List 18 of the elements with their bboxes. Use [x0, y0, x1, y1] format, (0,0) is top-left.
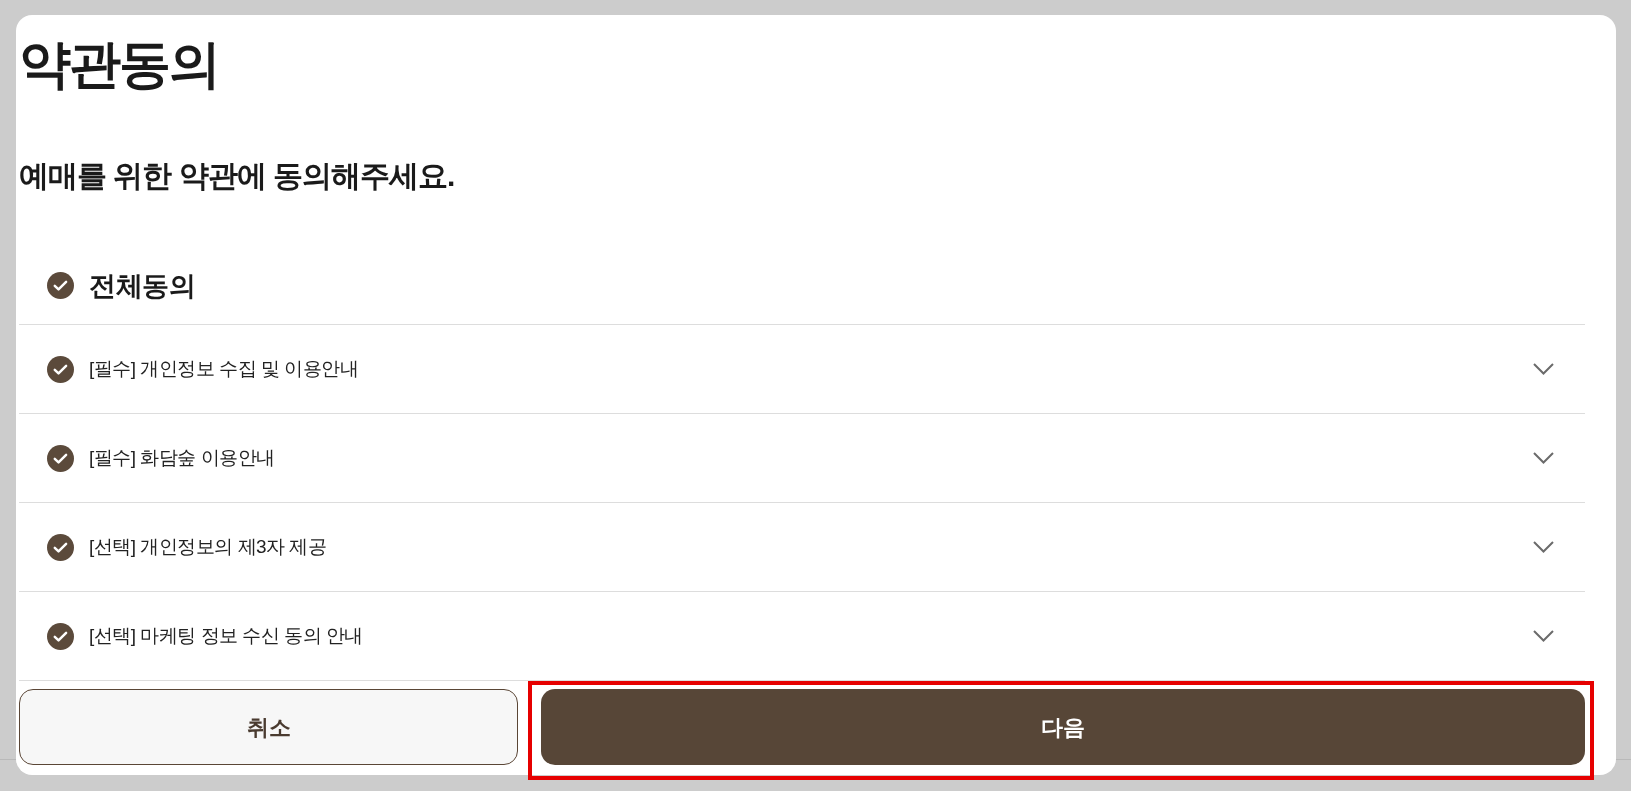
cancel-button[interactable]: 취소: [19, 689, 518, 765]
checked-circle-icon[interactable]: [47, 444, 74, 472]
chevron-down-icon[interactable]: [1533, 541, 1554, 553]
next-button[interactable]: 다음: [541, 689, 1585, 765]
term-label[interactable]: [선택] 개인정보의 제3자 제공: [89, 534, 1518, 560]
chevron-down-icon[interactable]: [1533, 452, 1554, 464]
term-label[interactable]: [선택] 마케팅 정보 수신 동의 안내: [89, 623, 1518, 649]
dialog-title: 약관동의: [19, 34, 219, 95]
checked-circle-icon[interactable]: [47, 533, 74, 561]
checked-circle-icon[interactable]: [47, 622, 74, 650]
term-label[interactable]: [필수] 화담숲 이용안내: [89, 445, 1518, 471]
term-label[interactable]: [필수] 개인정보 수집 및 이용안내: [89, 356, 1518, 382]
chevron-down-icon[interactable]: [1533, 630, 1554, 642]
chevron-down-icon[interactable]: [1533, 363, 1554, 375]
checked-circle-icon[interactable]: [47, 272, 74, 299]
checked-circle-icon[interactable]: [47, 355, 74, 383]
agree-all-label[interactable]: 전체동의: [89, 268, 195, 303]
dialog-subtitle: 예매를 위한 약관에 동의해주세요.: [19, 158, 455, 194]
